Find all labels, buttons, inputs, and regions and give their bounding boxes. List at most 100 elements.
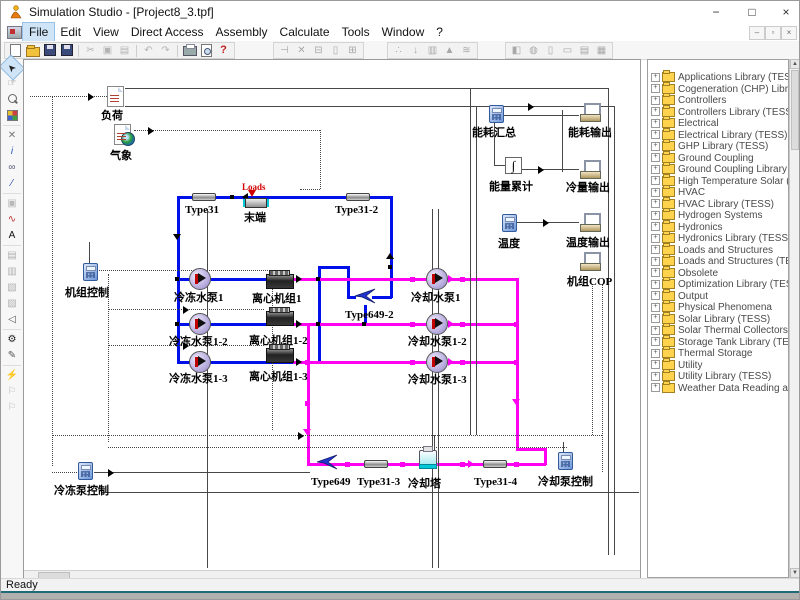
signal-curve-tool-icon[interactable]: ∿ (3, 212, 21, 227)
component-cw-pump-1-2[interactable] (426, 313, 448, 335)
expand-icon[interactable]: + (651, 176, 660, 185)
menu-help[interactable]: ? (430, 23, 449, 41)
lock-icon[interactable]: ◧ (509, 44, 524, 57)
component-type649-2-diverter[interactable] (354, 288, 376, 309)
expand-icon[interactable]: + (651, 165, 660, 174)
close-button[interactable]: × (769, 1, 800, 23)
project-canvas[interactable]: 负荷气象Type31末端LoadsType31-2冷冻水泵1离心机组1冷冻水泵1… (23, 59, 641, 578)
save-button[interactable] (42, 44, 57, 57)
save-all-button[interactable] (59, 44, 74, 57)
folder2-icon[interactable]: ▭ (560, 44, 575, 57)
expand-icon[interactable]: + (651, 142, 660, 151)
fit-page-icon[interactable]: ⊟ (311, 44, 326, 57)
component-temperature-calc[interactable] (502, 214, 517, 232)
cut-button[interactable]: ✂ (83, 44, 98, 57)
scroll-thumb[interactable] (791, 70, 799, 150)
link-tool-icon[interactable]: ∞ (3, 160, 21, 175)
tile-windows-1-icon[interactable]: ▤ (3, 248, 21, 263)
tree-item[interactable]: +Ground Coupling Library (TESS) (651, 164, 789, 175)
zoom-grid-icon[interactable]: ⊞ (345, 44, 360, 57)
tree-item[interactable]: +Output (651, 291, 708, 302)
columns-icon[interactable]: ▥ (425, 44, 440, 57)
layers-1-icon[interactable]: ▧ (3, 280, 21, 295)
tree-item[interactable]: +Obsolete (651, 268, 718, 279)
menu-file[interactable]: File (23, 23, 54, 41)
globe-icon[interactable]: ◍ (526, 44, 541, 57)
print-button[interactable] (182, 44, 197, 57)
delete-tool-icon[interactable]: ✕ (3, 128, 21, 143)
tree-item[interactable]: +Weather Data Reading and Process (651, 383, 789, 394)
expand-icon[interactable]: + (651, 280, 660, 289)
project-window-icon[interactable] (7, 26, 22, 39)
component-energy-output-plotter[interactable] (580, 103, 602, 122)
tree-item[interactable]: +Controllers Library (TESS) (651, 107, 789, 118)
help-button[interactable]: ? (216, 44, 231, 57)
zoom-tool-icon[interactable] (3, 92, 21, 107)
expand-icon[interactable]: + (651, 84, 660, 93)
fit-width-icon[interactable]: ⊣ (277, 44, 292, 57)
plug-tool-icon[interactable]: ◁ (3, 312, 21, 327)
component-load-data[interactable] (107, 86, 124, 107)
copy-button[interactable]: ▣ (100, 44, 115, 57)
run-simulation-icon[interactable]: ⚡ (3, 368, 21, 383)
component-chiller-1-3[interactable] (266, 348, 294, 363)
printer2-icon[interactable]: ▤ (577, 44, 592, 57)
component-chiller-1[interactable] (266, 274, 294, 289)
menu-assembly[interactable]: Assembly (210, 23, 274, 41)
component-chw-pump-control[interactable] (78, 462, 93, 480)
maximize-button[interactable]: □ (735, 1, 769, 23)
library-scrollbar[interactable]: ▲ ▼ (789, 59, 800, 578)
settings-gear-icon[interactable]: ⚙ (3, 332, 21, 347)
expand-icon[interactable]: + (651, 303, 660, 312)
expand-icon[interactable]: + (651, 257, 660, 266)
menu-view[interactable]: View (87, 23, 125, 41)
tree-item[interactable]: +Electrical (651, 118, 719, 129)
tile-windows-2-icon[interactable]: ▥ (3, 264, 21, 279)
sort-down-icon[interactable]: ↓ (408, 44, 423, 57)
expand-icon[interactable]: + (651, 211, 660, 220)
component-weather-data[interactable] (114, 124, 131, 145)
tree-item[interactable]: +Cogeneration (CHP) Library (TESS) (651, 84, 789, 95)
tree-item[interactable]: +HVAC (651, 187, 705, 198)
component-cw-pump-1-3[interactable] (426, 351, 448, 373)
pen-tool-icon[interactable]: ✎ (3, 348, 21, 363)
mail-icon[interactable]: ▦ (594, 44, 609, 57)
expand-icon[interactable]: + (651, 73, 660, 82)
component-unit-control[interactable] (83, 263, 98, 281)
component-temperature-output-plotter[interactable] (580, 213, 602, 232)
document-icon[interactable]: ▯ (543, 44, 558, 57)
expand-icon[interactable]: + (651, 360, 660, 369)
component-energy-integrator[interactable]: ∫ (505, 157, 522, 174)
component-cooling-output-plotter[interactable] (580, 160, 602, 179)
flag-2-icon[interactable]: ⚐ (3, 400, 21, 415)
expand-icon[interactable]: + (651, 349, 660, 358)
menu-window[interactable]: Window (376, 23, 431, 41)
mdi-close-button[interactable]: × (781, 26, 797, 40)
expand-icon[interactable]: + (651, 337, 660, 346)
open-button[interactable] (25, 44, 40, 57)
layers-2-icon[interactable]: ▨ (3, 296, 21, 311)
scroll-down-icon[interactable]: ▼ (790, 568, 800, 578)
expand-icon[interactable]: + (651, 199, 660, 208)
wrench-tool-icon[interactable]: ⁄ (3, 176, 21, 191)
component-unit-cop-plotter[interactable] (580, 252, 602, 271)
expand-icon[interactable]: + (651, 383, 660, 392)
expand-icon[interactable]: + (651, 234, 660, 243)
fit-height-icon[interactable]: ▯ (328, 44, 343, 57)
component-type31-3-pipe[interactable] (364, 460, 388, 468)
tree-item[interactable]: +Solar Thermal Collectors (651, 325, 788, 336)
expand-icon[interactable]: + (651, 222, 660, 231)
expand-icon[interactable]: + (651, 188, 660, 197)
chart-icon[interactable]: ≋ (459, 44, 474, 57)
component-chw-pump-1-2[interactable] (189, 313, 211, 335)
component-cooling-tower[interactable] (419, 450, 437, 467)
expand-icon[interactable]: + (651, 372, 660, 381)
scroll-up-icon[interactable]: ▲ (790, 59, 800, 69)
pan-tool-icon[interactable]: ☞ (3, 76, 21, 91)
tree-item[interactable]: +Applications Library (TESS) (651, 72, 789, 83)
menu-calculate[interactable]: Calculate (274, 23, 336, 41)
expand-icon[interactable]: + (651, 107, 660, 116)
marker-icon[interactable]: ▲ (442, 44, 457, 57)
menu-direct-access[interactable]: Direct Access (125, 23, 210, 41)
expand-icon[interactable]: + (651, 268, 660, 277)
